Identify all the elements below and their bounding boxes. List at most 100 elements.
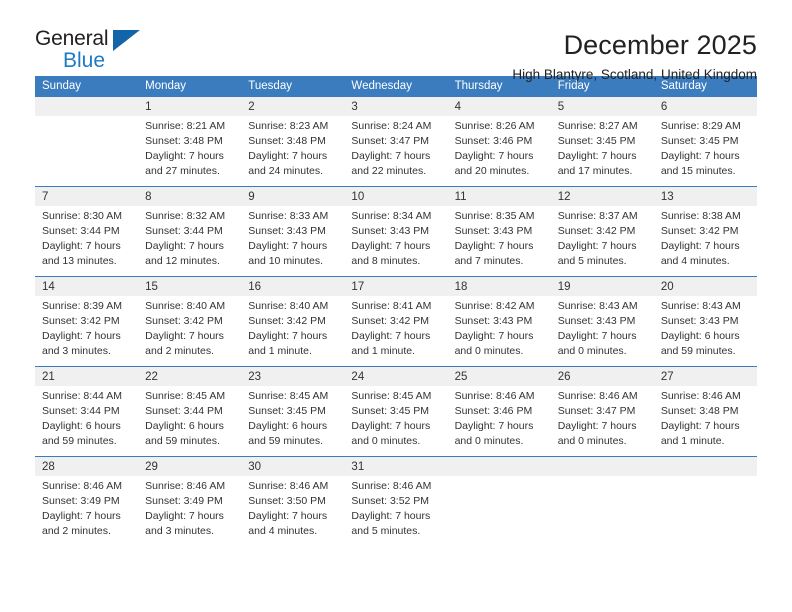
sunset-text: Sunset: 3:48 PM [145, 134, 223, 147]
day-sun-info: Sunrise: 8:23 AM Sunset: 3:48 PM Daylight:… [241, 116, 344, 179]
sunset-text: Sunset: 3:49 PM [42, 494, 120, 507]
daylight-text: Daylight: 6 hours and 59 minutes. [248, 419, 328, 447]
daylight-text: Daylight: 7 hours and 4 minutes. [248, 509, 328, 537]
day-sun-info: Sunrise: 8:40 AM Sunset: 3:42 PM Daylight:… [241, 296, 344, 359]
day-sun-info: Sunrise: 8:40 AM Sunset: 3:42 PM Daylight:… [138, 296, 241, 359]
sunset-text: Sunset: 3:45 PM [248, 404, 326, 417]
calendar-day-cell[interactable]: 17 Sunrise: 8:41 AM Sunset: 3:42 PM Dayligh… [344, 276, 448, 367]
sunset-text: Sunset: 3:43 PM [660, 314, 739, 327]
daylight-text: Daylight: 7 hours and 1 minute. [660, 419, 740, 447]
sunset-text: Sunset: 3:52 PM [351, 494, 430, 507]
page-subtitle: High Blantyre, Scotland, United Kingdom [512, 67, 757, 83]
calendar-day-cell[interactable]: 13 Sunrise: 8:38 AM Sunset: 3:42 PM Dayligh… [653, 186, 757, 277]
calendar-week-row: 7 Sunrise: 8:30 AM Sunset: 3:44 PM Daylight… [35, 186, 757, 277]
day-sun-info: Sunrise: 8:35 AM Sunset: 3:43 PM Daylight:… [448, 206, 551, 269]
calendar-day-cell[interactable]: 15 Sunrise: 8:40 AM Sunset: 3:42 PM Dayligh… [138, 276, 242, 367]
weekday-header-wednesday: Wednesday [344, 76, 448, 97]
calendar-day-cell[interactable]: 1 Sunrise: 8:21 AM Sunset: 3:48 PM Daylight… [138, 96, 242, 187]
day-number: 4 [447, 97, 551, 116]
daylight-text: Daylight: 7 hours and 13 minutes. [42, 239, 121, 267]
sunset-text: Sunset: 3:48 PM [248, 134, 326, 147]
day-sun-info: Sunrise: 8:44 AM Sunset: 3:44 PM Daylight:… [35, 386, 138, 449]
daylight-text: Daylight: 7 hours and 10 minutes. [248, 239, 328, 267]
calendar-day-cell[interactable]: 22 Sunrise: 8:45 AM Sunset: 3:44 PM Dayligh… [138, 366, 242, 457]
logo-primary-text: General [35, 27, 109, 50]
calendar-day-cell[interactable]: 14 Sunrise: 8:39 AM Sunset: 3:42 PM Dayligh… [35, 276, 139, 367]
daylight-text: Daylight: 7 hours and 17 minutes. [557, 149, 637, 177]
calendar-day-cell[interactable]: 21 Sunrise: 8:44 AM Sunset: 3:44 PM Dayligh… [35, 366, 139, 457]
sunset-text: Sunset: 3:44 PM [145, 404, 223, 417]
calendar-empty-cell [35, 96, 139, 187]
sunrise-text: Sunrise: 8:45 AM [248, 390, 329, 402]
day-number: 14 [35, 277, 139, 296]
day-sun-info: Sunrise: 8:26 AM Sunset: 3:46 PM Daylight:… [448, 116, 551, 179]
daylight-text: Daylight: 7 hours and 2 minutes. [42, 509, 121, 537]
day-number: 13 [653, 187, 757, 206]
day-number: 31 [344, 457, 448, 476]
calendar-day-cell[interactable]: 12 Sunrise: 8:37 AM Sunset: 3:42 PM Dayligh… [550, 186, 654, 277]
calendar-day-cell[interactable]: 5 Sunrise: 8:27 AM Sunset: 3:45 PM Daylight… [550, 96, 654, 187]
sunrise-text: Sunrise: 8:32 AM [145, 210, 226, 222]
day-sun-info: Sunrise: 8:24 AM Sunset: 3:47 PM Daylight:… [344, 116, 447, 179]
sunset-text: Sunset: 3:49 PM [145, 494, 223, 507]
calendar-day-cell[interactable]: 24 Sunrise: 8:45 AM Sunset: 3:45 PM Dayligh… [344, 366, 448, 457]
sunrise-text: Sunrise: 8:40 AM [145, 300, 226, 312]
day-sun-info: Sunrise: 8:41 AM Sunset: 3:42 PM Daylight:… [344, 296, 447, 359]
day-sun-info: Sunrise: 8:46 AM Sunset: 3:47 PM Daylight:… [551, 386, 654, 449]
calendar-day-cell[interactable]: 31 Sunrise: 8:46 AM Sunset: 3:52 PM Dayligh… [344, 456, 448, 547]
calendar-day-cell[interactable]: 3 Sunrise: 8:24 AM Sunset: 3:47 PM Daylight… [344, 96, 448, 187]
calendar-day-cell[interactable]: 9 Sunrise: 8:33 AM Sunset: 3:43 PM Daylight… [241, 186, 345, 277]
calendar-day-cell[interactable]: 19 Sunrise: 8:43 AM Sunset: 3:43 PM Dayligh… [550, 276, 654, 367]
calendar-day-cell[interactable]: 7 Sunrise: 8:30 AM Sunset: 3:44 PM Daylight… [35, 186, 139, 277]
sunrise-text: Sunrise: 8:24 AM [351, 120, 432, 132]
calendar-day-cell[interactable]: 6 Sunrise: 8:29 AM Sunset: 3:45 PM Daylight… [653, 96, 757, 187]
daylight-text: Daylight: 7 hours and 0 minutes. [557, 329, 637, 357]
sunset-text: Sunset: 3:44 PM [145, 224, 223, 237]
calendar-day-cell[interactable]: 25 Sunrise: 8:46 AM Sunset: 3:46 PM Dayligh… [447, 366, 551, 457]
day-number: 3 [344, 97, 448, 116]
calendar-day-cell[interactable]: 30 Sunrise: 8:46 AM Sunset: 3:50 PM Dayligh… [241, 456, 345, 547]
calendar-day-cell[interactable]: 10 Sunrise: 8:34 AM Sunset: 3:43 PM Dayligh… [344, 186, 448, 277]
calendar-day-cell[interactable]: 11 Sunrise: 8:35 AM Sunset: 3:43 PM Dayligh… [447, 186, 551, 277]
calendar-day-cell[interactable]: 29 Sunrise: 8:46 AM Sunset: 3:49 PM Dayligh… [138, 456, 242, 547]
daylight-text: Daylight: 7 hours and 0 minutes. [454, 419, 534, 447]
calendar-day-cell[interactable]: 16 Sunrise: 8:40 AM Sunset: 3:42 PM Dayligh… [241, 276, 345, 367]
daylight-text: Daylight: 7 hours and 0 minutes. [351, 419, 431, 447]
day-number: 18 [447, 277, 551, 296]
day-number [35, 97, 139, 116]
calendar-day-cell[interactable]: 28 Sunrise: 8:46 AM Sunset: 3:49 PM Dayligh… [35, 456, 139, 547]
day-sun-info: Sunrise: 8:32 AM Sunset: 3:44 PM Daylight:… [138, 206, 241, 269]
calendar-day-cell[interactable]: 26 Sunrise: 8:46 AM Sunset: 3:47 PM Dayligh… [550, 366, 654, 457]
calendar-day-cell[interactable]: 20 Sunrise: 8:43 AM Sunset: 3:43 PM Dayligh… [653, 276, 757, 367]
sunset-text: Sunset: 3:46 PM [454, 404, 533, 417]
sunrise-text: Sunrise: 8:46 AM [248, 480, 329, 492]
calendar-week-row: 28 Sunrise: 8:46 AM Sunset: 3:49 PM Dayligh… [35, 456, 757, 547]
generalblue-logo[interactable]: General Blue [35, 28, 165, 78]
day-sun-info: Sunrise: 8:21 AM Sunset: 3:48 PM Daylight:… [138, 116, 241, 179]
daylight-text: Daylight: 6 hours and 59 minutes. [145, 419, 224, 447]
calendar-day-cell[interactable]: 4 Sunrise: 8:26 AM Sunset: 3:46 PM Daylight… [447, 96, 551, 187]
daylight-text: Daylight: 7 hours and 8 minutes. [351, 239, 431, 267]
day-sun-info: Sunrise: 8:45 AM Sunset: 3:45 PM Daylight:… [241, 386, 344, 449]
calendar-day-cell[interactable]: 18 Sunrise: 8:42 AM Sunset: 3:43 PM Dayligh… [447, 276, 551, 367]
calendar-day-cell[interactable]: 23 Sunrise: 8:45 AM Sunset: 3:45 PM Dayligh… [241, 366, 345, 457]
sunrise-text: Sunrise: 8:46 AM [557, 390, 638, 402]
daylight-text: Daylight: 7 hours and 4 minutes. [660, 239, 740, 267]
sunrise-text: Sunrise: 8:26 AM [454, 120, 535, 132]
day-sun-info: Sunrise: 8:45 AM Sunset: 3:45 PM Daylight:… [344, 386, 447, 449]
calendar-grid: Sunday Monday Tuesday Wednesday Thursday… [35, 76, 757, 547]
sunset-text: Sunset: 3:42 PM [248, 314, 326, 327]
page-header: General Blue December 2025 High Blantyre… [0, 0, 792, 82]
calendar-day-cell[interactable]: 8 Sunrise: 8:32 AM Sunset: 3:44 PM Daylight… [138, 186, 242, 277]
calendar-day-cell[interactable]: 2 Sunrise: 8:23 AM Sunset: 3:48 PM Daylight… [241, 96, 345, 187]
calendar-week-row: 14 Sunrise: 8:39 AM Sunset: 3:42 PM Dayligh… [35, 276, 757, 367]
day-number: 24 [344, 367, 448, 386]
daylight-text: Daylight: 7 hours and 15 minutes. [660, 149, 740, 177]
day-number: 20 [653, 277, 757, 296]
sunrise-text: Sunrise: 8:38 AM [660, 210, 741, 222]
day-sun-info: Sunrise: 8:27 AM Sunset: 3:45 PM Daylight:… [551, 116, 654, 179]
sunset-text: Sunset: 3:42 PM [660, 224, 739, 237]
day-sun-info: Sunrise: 8:37 AM Sunset: 3:42 PM Daylight:… [551, 206, 654, 269]
calendar-day-cell[interactable]: 27 Sunrise: 8:46 AM Sunset: 3:48 PM Dayligh… [653, 366, 757, 457]
daylight-text: Daylight: 7 hours and 0 minutes. [557, 419, 637, 447]
